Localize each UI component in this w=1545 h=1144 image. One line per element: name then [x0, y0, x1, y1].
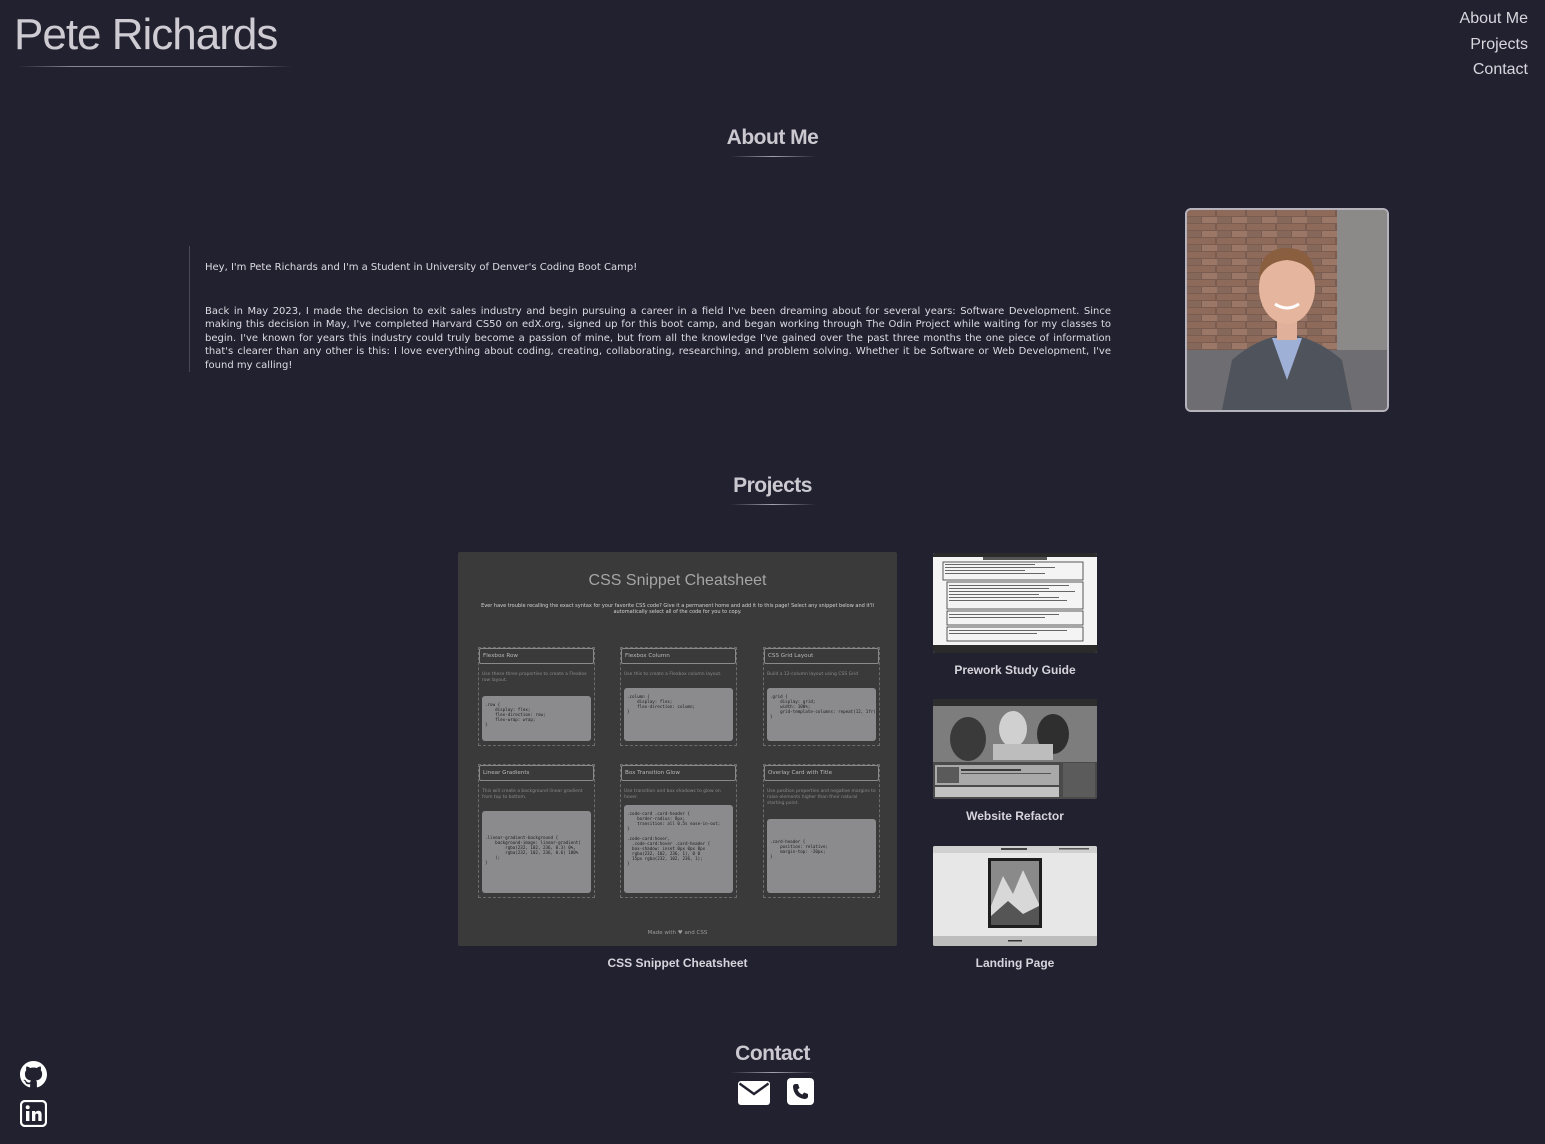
snippet-card-desc: Use position properties and negative mar… — [767, 789, 876, 806]
about-body: Back in May 2023, I made the decision to… — [205, 305, 1111, 371]
project-caption[interactable]: Landing Page — [933, 956, 1097, 970]
project-landing-page[interactable]: Landing Page — [933, 846, 1097, 972]
projects-section-header: Projects — [0, 474, 1545, 505]
snippet-card-title: Box Transition Glow — [621, 765, 736, 781]
site-brand: Pete Richards — [14, 10, 292, 67]
nav-about-me[interactable]: About Me — [1460, 6, 1528, 32]
about-heading-underline — [729, 156, 816, 157]
snippet-card-code: .row { display: flex; flex-direction: ro… — [482, 696, 591, 741]
project-screenshot[interactable]: CSS Snippet Cheatsheet Ever have trouble… — [458, 552, 897, 946]
nav-projects[interactable]: Projects — [1460, 32, 1528, 58]
snippet-card-title: Overlay Card with Title — [764, 765, 879, 781]
contact-heading-underline — [729, 1072, 816, 1073]
nav-contact[interactable]: Contact — [1460, 57, 1528, 83]
screenshot-footer: Made with ♥ and CSS — [647, 930, 708, 936]
main-nav: About Me Projects Contact — [1460, 6, 1528, 83]
snippet-card-desc: Use this to create a Flexbox column layo… — [624, 672, 722, 677]
about-section-header: About Me — [0, 126, 1545, 157]
project-caption[interactable]: CSS Snippet Cheatsheet — [458, 956, 897, 970]
screenshot-subtitle: Ever have trouble recalling the exact sy… — [481, 603, 874, 615]
project-css-snippet-cheatsheet[interactable]: CSS Snippet Cheatsheet Ever have trouble… — [458, 552, 897, 972]
project-prework-study-guide[interactable]: Prework Study Guide — [933, 553, 1097, 679]
snippet-card-desc: This will create a background linear gra… — [482, 789, 583, 800]
site-title: Pete Richards — [14, 10, 278, 59]
contact-heading: Contact — [735, 1042, 810, 1065]
snippet-card-code: .column { display: flex; flex-direction:… — [624, 688, 733, 741]
snippet-card-title: Linear Gradients — [479, 765, 594, 781]
about-text: Hey, I'm Pete Richards and I'm a Student… — [189, 246, 1111, 372]
project-screenshot[interactable] — [933, 846, 1097, 946]
profile-photo — [1185, 208, 1389, 412]
snippet-card: Overlay Card with Title Use position pro… — [763, 764, 880, 898]
title-underline — [18, 66, 292, 67]
about-heading: About Me — [726, 126, 819, 149]
snippet-card: Flexbox Column Use this to create a Flex… — [620, 647, 737, 746]
snippet-card-code: .card-header { position: relative; margi… — [767, 819, 876, 893]
github-icon[interactable] — [20, 1061, 47, 1092]
project-website-refactor[interactable]: Website Refactor — [933, 699, 1097, 825]
snippet-card: Linear Gradients This will create a back… — [478, 764, 595, 898]
project-caption[interactable]: Website Refactor — [933, 809, 1097, 823]
snippet-card-desc: Use these three properties to create a F… — [482, 672, 587, 683]
snippet-card: Flexbox Row Use these three properties t… — [478, 647, 595, 746]
about-intro: Hey, I'm Pete Richards and I'm a Student… — [205, 262, 638, 273]
snippet-card-code: .linear-gradient-background { background… — [482, 811, 591, 893]
linkedin-icon[interactable] — [19, 1099, 48, 1131]
project-screenshot[interactable] — [933, 553, 1097, 653]
snippet-card-code: .code-card .card-header { border-radius:… — [624, 805, 733, 893]
phone-icon[interactable] — [787, 1078, 814, 1109]
snippet-card-code: .grid { display: grid; width: 100%; grid… — [767, 688, 876, 741]
email-icon[interactable] — [738, 1081, 770, 1109]
snippet-card-desc: Build a 12-column layout using CSS Grid — [767, 672, 859, 677]
contact-section-header: Contact — [0, 1042, 1545, 1073]
projects-heading-underline — [729, 504, 816, 505]
projects-heading: Projects — [733, 474, 812, 497]
project-screenshot[interactable] — [933, 699, 1097, 799]
snippet-card: Box Transition Glow Use transition and b… — [620, 764, 737, 898]
snippet-card-desc: Use transition and box shadows to glow o… — [624, 789, 721, 800]
snippet-card-title: Flexbox Row — [479, 648, 594, 664]
screenshot-title: CSS Snippet Cheatsheet — [588, 572, 767, 589]
snippet-card: CSS Grid Layout Build a 12-column layout… — [763, 647, 880, 746]
snippet-card-title: Flexbox Column — [621, 648, 736, 664]
project-caption[interactable]: Prework Study Guide — [933, 663, 1097, 677]
snippet-card-title: CSS Grid Layout — [764, 648, 879, 664]
